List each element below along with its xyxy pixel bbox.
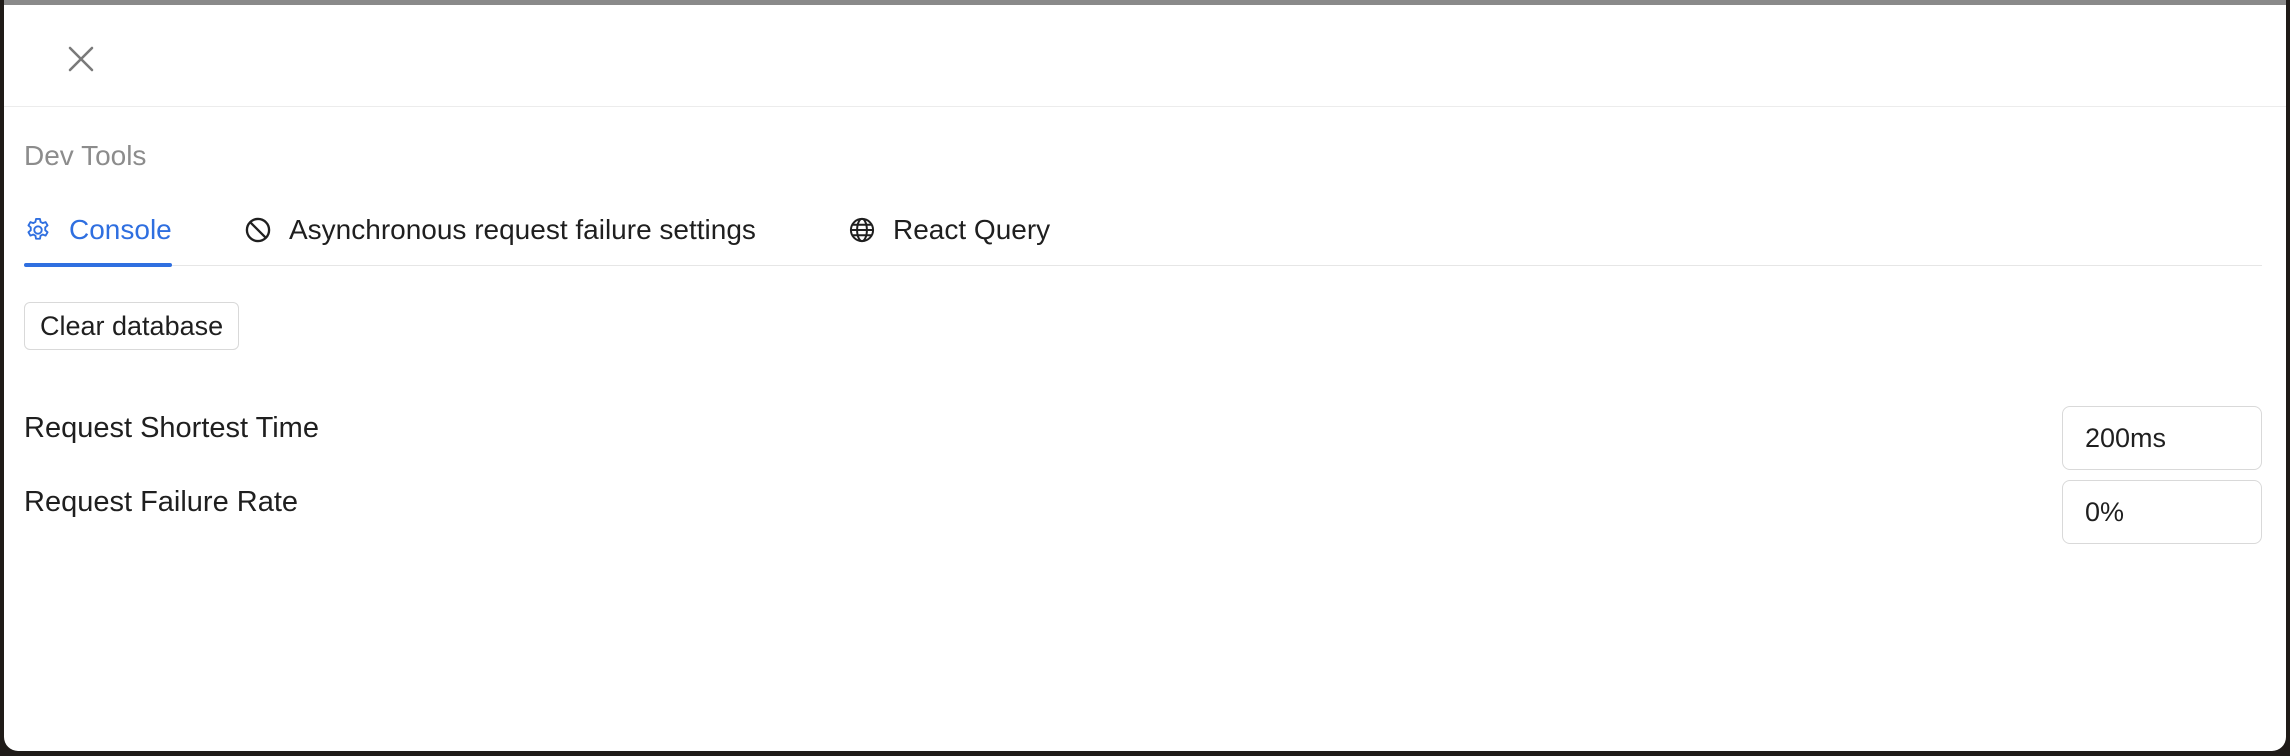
tab-react-query-label: React Query	[893, 214, 1051, 245]
setting-row-failure-rate: Request Failure Rate	[24, 480, 2262, 544]
setting-label: Request Failure Rate	[24, 486, 299, 518]
dev-tools-panel: Dev Tools Console Asynchronous request f…	[4, 0, 2286, 751]
setting-label: Request Shortest Time	[24, 412, 319, 444]
dev-tools-content: Dev Tools Console Asynchronous request f…	[24, 107, 2262, 751]
gear-icon	[24, 216, 52, 244]
ban-icon	[244, 216, 272, 244]
tab-async-failure-settings-label: Asynchronous request failure settings	[289, 214, 756, 245]
setting-row-shortest-time: Request Shortest Time	[24, 406, 2262, 470]
tab-console-label: Console	[69, 214, 172, 245]
section-title: Dev Tools	[24, 140, 147, 171]
tab-bar: Console Asynchronous request failure set…	[24, 195, 2262, 267]
request-shortest-time-input[interactable]	[2062, 406, 2262, 470]
close-button[interactable]	[59, 37, 103, 81]
tab-async-failure-settings[interactable]: Asynchronous request failure settings	[244, 195, 756, 265]
dialog-header	[4, 5, 2286, 107]
tab-console[interactable]: Console	[24, 195, 172, 267]
tab-react-query[interactable]: React Query	[848, 195, 1050, 265]
request-failure-rate-input[interactable]	[2062, 480, 2262, 544]
globe-icon	[848, 216, 876, 244]
clear-database-button[interactable]: Clear database	[24, 302, 240, 350]
close-icon	[68, 46, 94, 72]
